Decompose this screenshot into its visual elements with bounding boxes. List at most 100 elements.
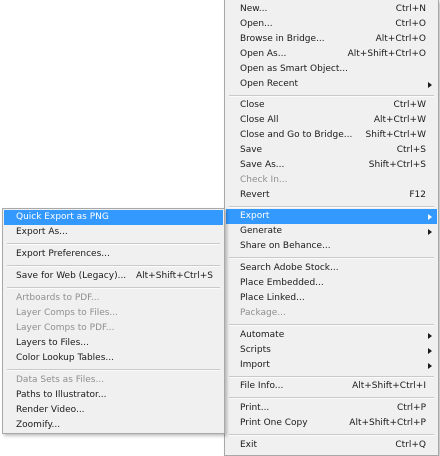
menu-item-generate[interactable]: Generate xyxy=(226,224,437,239)
menu-item-label: Layer Comps to Files... xyxy=(16,308,119,318)
menu-separator xyxy=(229,434,434,436)
menu-item-label: Check In... xyxy=(240,175,288,185)
menu-item-label: Color Lookup Tables... xyxy=(16,353,114,363)
menu-item-layers-to-files[interactable]: Layers to Files... xyxy=(4,336,223,351)
menu-item-export-as[interactable]: Export As... xyxy=(4,225,223,240)
menu-item-place-linked[interactable]: Place Linked... xyxy=(226,291,437,306)
menu-item-paths-to-illustrator[interactable]: Paths to Illustrator... xyxy=(4,388,223,403)
menu-item-share-on-behance[interactable]: Share on Behance... xyxy=(226,239,437,254)
menu-separator xyxy=(229,324,434,326)
menu-item-data-sets-as-files: Data Sets as Files... xyxy=(4,373,223,388)
menu-item-zoomify[interactable]: Zoomify... xyxy=(4,418,223,433)
menu-item-label: Print One Copy xyxy=(240,418,308,428)
menu-item-shortcut: Ctrl+W xyxy=(393,100,426,110)
file-menu: New... Ctrl+N Open... Ctrl+O Browse in Bri… xyxy=(224,0,439,456)
menu-item-label: New... xyxy=(240,4,268,14)
menu-item-artboards-to-pdf: Artboards to PDF... xyxy=(4,291,223,306)
menu-item-close-and-go-to-bridge[interactable]: Close and Go to Bridge... Shift+Ctrl+W xyxy=(226,128,437,143)
menu-item-label: Close xyxy=(240,100,265,110)
menu-item-revert[interactable]: Revert F12 xyxy=(226,188,437,203)
menu-item-label: Place Linked... xyxy=(240,293,305,303)
menu-item-label: Open as Smart Object... xyxy=(240,64,348,74)
menu-item-label: Revert xyxy=(240,190,270,200)
menu-item-label: Save xyxy=(240,145,263,155)
menu-separator xyxy=(7,265,220,267)
menu-item-label: Quick Export as PNG xyxy=(16,212,109,222)
menu-item-shortcut: Alt+Ctrl+W xyxy=(373,115,426,125)
menu-item-export[interactable]: Export xyxy=(226,209,437,224)
menu-item-label: Close All xyxy=(240,115,279,125)
menu-item-label: Browse in Bridge... xyxy=(240,34,325,44)
menu-item-label: Generate xyxy=(240,226,283,236)
menu-item-open-as-smart-object[interactable]: Open as Smart Object... xyxy=(226,62,437,77)
menu-item-search-adobe-stock[interactable]: Search Adobe Stock... xyxy=(226,261,437,276)
menu-item-close-all[interactable]: Close All Alt+Ctrl+W xyxy=(226,113,437,128)
menu-item-file-info[interactable]: File Info... Alt+Shift+Ctrl+I xyxy=(226,379,437,394)
menu-item-print-one-copy[interactable]: Print One Copy Alt+Shift+Ctrl+P xyxy=(226,416,437,431)
menu-item-shortcut: Alt+Shift+Ctrl+P xyxy=(349,418,426,428)
menu-item-shortcut: Shift+Ctrl+W xyxy=(365,130,426,140)
menu-item-open[interactable]: Open... Ctrl+O xyxy=(226,17,437,32)
menu-item-label: Open Recent xyxy=(240,79,299,89)
menu-item-label: Share on Behance... xyxy=(240,241,331,251)
menu-item-label: Open As... xyxy=(240,49,287,59)
submenu-arrow-icon xyxy=(428,363,432,369)
submenu-arrow-icon xyxy=(428,333,432,339)
menu-item-save[interactable]: Save Ctrl+S xyxy=(226,143,437,158)
menu-item-layer-comps-to-pdf: Layer Comps to PDF... xyxy=(4,321,223,336)
menu-item-shortcut: Ctrl+P xyxy=(397,403,426,413)
menu-separator xyxy=(229,95,434,97)
menu-item-render-video[interactable]: Render Video... xyxy=(4,403,223,418)
menu-item-open-recent[interactable]: Open Recent xyxy=(226,77,437,92)
menu-item-automate[interactable]: Automate xyxy=(226,328,437,343)
menu-item-shortcut: Alt+Shift+Ctrl+S xyxy=(136,271,213,281)
menu-item-label: Close and Go to Bridge... xyxy=(240,130,353,140)
menu-item-label: Scripts xyxy=(240,345,271,355)
menu-separator xyxy=(229,376,434,378)
menu-item-shortcut: Alt+Shift+Ctrl+I xyxy=(352,381,426,391)
submenu-arrow-icon xyxy=(428,229,432,235)
menu-item-shortcut: Ctrl+N xyxy=(395,4,426,14)
menu-item-exit[interactable]: Exit Ctrl+Q xyxy=(226,438,437,453)
menu-item-import[interactable]: Import xyxy=(226,358,437,373)
menu-item-shortcut: Ctrl+O xyxy=(395,19,426,29)
menu-item-label: Save for Web (Legacy)... xyxy=(16,271,127,281)
menu-item-label: Export Preferences... xyxy=(16,249,110,259)
menu-item-close[interactable]: Close Ctrl+W xyxy=(226,98,437,113)
menu-item-shortcut: Shift+Ctrl+S xyxy=(368,160,426,170)
menu-item-new[interactable]: New... Ctrl+N xyxy=(226,2,437,17)
menu-item-label: Automate xyxy=(240,330,285,340)
menu-item-save-as[interactable]: Save As... Shift+Ctrl+S xyxy=(226,158,437,173)
menu-item-shortcut: Ctrl+S xyxy=(396,145,426,155)
menu-item-label: Print... xyxy=(240,403,270,413)
menu-item-label: Layer Comps to PDF... xyxy=(16,323,115,333)
menu-item-save-for-web[interactable]: Save for Web (Legacy)... Alt+Shift+Ctrl+S xyxy=(4,269,223,284)
menu-separator xyxy=(229,397,434,399)
menu-item-open-as[interactable]: Open As... Alt+Shift+Ctrl+O xyxy=(226,47,437,62)
menu-item-export-preferences[interactable]: Export Preferences... xyxy=(4,247,223,262)
export-submenu: Quick Export as PNG Export As... Export … xyxy=(2,208,225,434)
menu-item-label: Zoomify... xyxy=(16,420,61,430)
menu-item-package: Package... xyxy=(226,306,437,321)
menu-item-quick-export-as-png[interactable]: Quick Export as PNG xyxy=(4,210,223,225)
menu-item-label: Exit xyxy=(240,440,258,450)
submenu-arrow-icon xyxy=(428,348,432,354)
menu-separator xyxy=(7,369,220,371)
menu-item-scripts[interactable]: Scripts xyxy=(226,343,437,358)
menu-item-label: Save As... xyxy=(240,160,285,170)
menu-item-browse-in-bridge[interactable]: Browse in Bridge... Alt+Ctrl+O xyxy=(226,32,437,47)
menu-item-shortcut: Alt+Shift+Ctrl+O xyxy=(347,49,426,59)
menu-item-label: Import xyxy=(240,360,270,370)
menu-item-label: File Info... xyxy=(240,381,284,391)
menu-item-shortcut: Ctrl+Q xyxy=(395,440,426,450)
menu-separator xyxy=(229,257,434,259)
menu-item-label: Export xyxy=(240,211,270,221)
menu-item-label: Render Video... xyxy=(16,405,85,415)
menu-item-print[interactable]: Print... Ctrl+P xyxy=(226,401,437,416)
menu-item-check-in: Check In... xyxy=(226,173,437,188)
menu-item-label: Package... xyxy=(240,308,286,318)
menu-item-label: Place Embedded... xyxy=(240,278,324,288)
submenu-arrow-icon xyxy=(428,214,432,220)
menu-item-color-lookup-tables[interactable]: Color Lookup Tables... xyxy=(4,351,223,366)
menu-item-place-embedded[interactable]: Place Embedded... xyxy=(226,276,437,291)
